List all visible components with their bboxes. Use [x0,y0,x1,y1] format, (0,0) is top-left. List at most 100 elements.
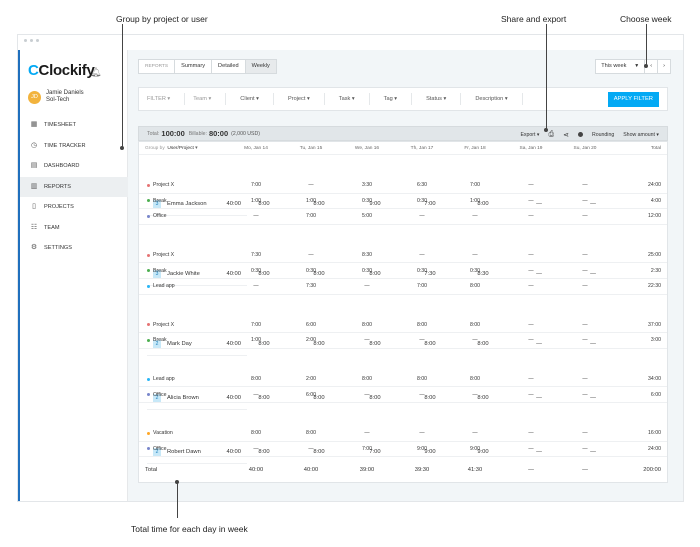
project-color-dot [147,199,150,203]
billable-amount: (2,000 USD) [231,130,260,137]
day-header: Th, Jan 17 [410,145,434,151]
day-cell: — [253,213,259,220]
day-cell: 7:30 [305,283,317,290]
day-cell: — [253,283,259,290]
day-cell: — [582,376,588,383]
project-row: Project X 7:30 — 8:30 — — — — 25:00 [139,248,667,264]
sidebar-item-projects[interactable]: ▯ PROJECTS [18,197,128,217]
share-icon[interactable]: ⋖ [563,131,569,139]
group-by-select[interactable]: Group by User/Project ▾ [145,142,198,154]
brand-logo[interactable]: CClockify [28,62,95,79]
project-color-dot [147,269,150,273]
day-cell: 0:30 [250,267,262,274]
day-cell: — [419,430,425,437]
day-cell: — [528,213,534,220]
clock-icon: ◷ [30,141,38,149]
day-cell: — [419,391,425,398]
day-cell: — [364,430,370,437]
row-total: 25:00 [648,252,661,259]
project-name: Office [153,391,167,398]
day-cell: — [528,267,534,274]
day-cell: 7:00 [469,182,481,189]
brand-name: Clockify [38,62,95,79]
filter-task[interactable]: Task ▾ [325,93,370,105]
filter-tag[interactable]: Tag ▾ [370,93,413,105]
bell-icon[interactable]: 🔔︎ [90,67,101,78]
day-cell: 0:30 [469,267,481,274]
day-cell: 8:00 [469,283,481,290]
sidebar-item-team[interactable]: ☷ TEAM [18,217,128,238]
rounding-toggle[interactable] [578,132,583,137]
day-cell: 1:00 [250,337,262,344]
project-row: Vacation 8:00 8:00 — — — — — 16:00 [139,426,667,442]
project-color-dot [147,323,150,327]
filter-client[interactable]: Client ▾ [226,93,274,105]
day-cell: 8:00 [416,376,428,383]
day-cell: 3:30 [361,182,373,189]
sidebar-item-dashboard[interactable]: ▤ DASHBOARD [18,156,128,176]
annotation-dot-group [120,146,124,150]
sidebar-item-settings[interactable]: ⚙ SETTINGS [18,238,128,258]
sidebar-item-timesheet[interactable]: ▦ TIMESHEET [18,115,128,135]
annotation-line-group [122,24,123,148]
project-row: Office — 7:00 5:00 — — — — 12:00 [139,209,667,225]
filter-description[interactable]: Description ▾ [461,93,523,105]
reports-icon: ▥ [30,182,38,190]
day-cell: 7:00 [416,283,428,290]
day-cell: — [582,391,588,398]
day-cell: — [582,213,588,220]
show-amount-select[interactable]: Show amount ▾ [623,132,659,138]
sidebar-item-label: PROJECTS [44,204,74,210]
project-row: Break 1:00 1:00 0:30 0:30 1:00 — — 4:00 [139,194,667,210]
day-cell: 9:00 [416,445,428,452]
week-picker: This week ▼ ‹ › [595,59,671,74]
week-select[interactable]: This week ▼ [595,59,646,74]
annotation-line-total [177,482,178,518]
day-cell: — [528,376,534,383]
day-cell: 6:00 [305,321,317,328]
day-cell: — [582,182,588,189]
day-cell: — [308,445,314,452]
day-cell: — [308,252,314,259]
day-cell: — [528,197,534,204]
sidebar-item-time-tracker[interactable]: ◷ TIME TRACKER [18,135,128,156]
day-cell: 8:00 [416,321,428,328]
filter-project[interactable]: Project ▾ [274,93,325,105]
day-cell: 7:30 [250,252,262,259]
day-header: We, Jan 16 [354,145,380,151]
day-cell: — [419,252,425,259]
sidebar-item-reports[interactable]: ▥ REPORTS [18,176,128,197]
avatar: JD [28,91,41,104]
sidebar-item-label: SETTINGS [44,245,72,251]
day-cell: 0:30 [416,267,428,274]
user-profile[interactable]: JD Jamie Daniels Sol-Tech [26,88,126,110]
row-total: 16:00 [648,430,661,437]
filter-team[interactable]: Team ▾ [185,93,227,105]
next-week-button[interactable]: › [657,59,671,74]
row-total: 12:00 [648,213,661,220]
tab-detailed[interactable]: Detailed [212,60,246,73]
day-cell: 1:00 [305,197,317,204]
annotation-share: Share and export [501,14,567,24]
tab-summary[interactable]: Summary [175,60,213,73]
row-total: 24:00 [648,445,661,452]
day-cell: — [528,430,534,437]
day-cell: — [419,337,425,344]
project-row: Office — — 7:00 9:00 9:00 — — 24:00 [139,442,667,458]
project-color-dot [147,377,150,381]
projects-icon: ▯ [32,203,36,210]
export-button[interactable]: Export ▾ [520,132,539,138]
sidebar: CClockify 🔔︎ JD Jamie Daniels Sol-Tech ▦… [18,50,128,501]
day-cell: — [582,445,588,452]
apply-filter-button[interactable]: APPLY FILTER [607,92,659,107]
window-chrome [18,35,683,50]
row-total: 2:30 [650,267,661,274]
day-cell: 8:00 [361,321,373,328]
tab-weekly[interactable]: Weekly [245,60,276,73]
dashboard-icon: ▤ [30,162,38,169]
print-icon[interactable]: ⎙ [549,131,555,139]
project-color-dot [147,284,150,288]
row-total: 24:00 [648,182,661,189]
filter-status[interactable]: Status ▾ [412,93,462,105]
row-total: 4:00 [650,197,661,204]
